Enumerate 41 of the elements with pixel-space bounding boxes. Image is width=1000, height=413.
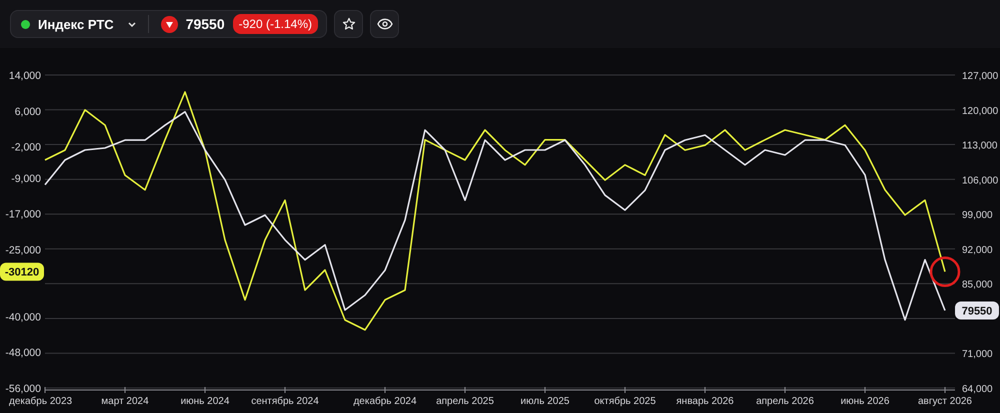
y-axis-label: 120,000 — [962, 106, 998, 117]
y-axis-label: -40,000 — [5, 311, 41, 324]
x-axis-label: январь 2026 — [676, 396, 734, 407]
x-axis-label: март 2024 — [101, 396, 149, 407]
value-badge: 79550 — [955, 302, 999, 320]
y-axis-label: 106,000 — [962, 175, 998, 186]
y-axis-label: 99,000 — [962, 210, 993, 222]
y-axis-label: 71,000 — [962, 349, 993, 360]
y-axis-label: 92,000 — [962, 244, 993, 256]
y-axis-label: 85,000 — [962, 280, 993, 291]
instrument-name: Индекс РТС — [38, 16, 114, 32]
y-axis-label: -9,000 — [11, 172, 41, 185]
caret-icon — [128, 22, 136, 26]
price-change: -920 (-1.14%) — [232, 14, 318, 34]
y-axis-label: -48,000 — [5, 347, 41, 360]
x-axis-label: апрель 2026 — [756, 396, 814, 407]
x-axis-label: июнь 2024 — [180, 396, 230, 407]
x-axis-label: октябрь 2025 — [594, 396, 656, 407]
y-axis-label: -2,000 — [11, 142, 41, 154]
star-icon — [342, 17, 356, 31]
x-axis-label: декабрь 2023 — [9, 396, 72, 407]
instrument-selector[interactable]: Индекс РТС 79550 -920 (-1.14%) — [10, 10, 327, 38]
value-badge: -30120 — [0, 262, 44, 281]
eye-icon — [376, 18, 392, 30]
y-axis-label: -25,000 — [5, 244, 41, 256]
y-axis-label: -56,000 — [5, 383, 41, 395]
x-axis-label: август 2026 — [918, 396, 972, 407]
x-axis-label: июнь 2026 — [840, 396, 890, 407]
y-axis-label: -17,000 — [5, 208, 41, 221]
x-axis-label: апрель 2025 — [436, 396, 494, 407]
y-axis-label: 64,000 — [962, 384, 993, 395]
y-axis-label: 14,000 — [8, 70, 41, 82]
x-axis-label: сентябрь 2024 — [251, 396, 319, 407]
price-value: 79550 — [186, 16, 225, 32]
y-axis-label: 113,000 — [962, 140, 998, 152]
x-axis-label: июль 2025 — [520, 396, 570, 407]
y-axis-label: 6,000 — [14, 106, 41, 118]
watch-button[interactable] — [370, 10, 399, 38]
x-axis-label: декабрь 2024 — [353, 396, 417, 407]
y-axis-label: 127,000 — [962, 71, 998, 82]
favorite-button[interactable] — [334, 10, 363, 38]
